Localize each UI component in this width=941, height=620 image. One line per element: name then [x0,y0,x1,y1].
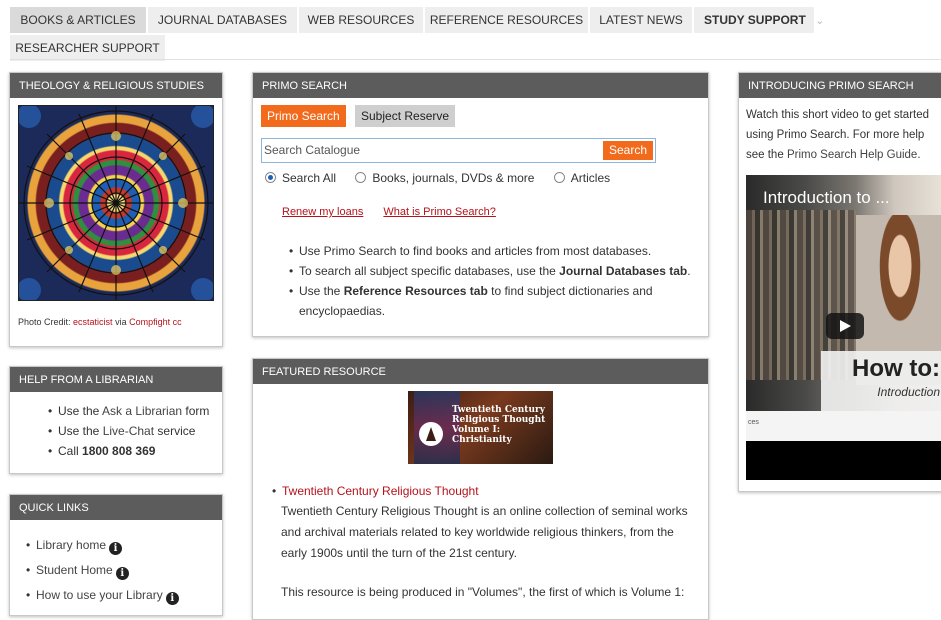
photo-credit-source-link[interactable]: Compfight cc [129,317,182,327]
intro-text: Watch this short video to get started us… [746,109,930,161]
chevron-down-icon: ⌄ [815,15,825,27]
cover-logo-icon [419,422,443,446]
quick-link-how-to-use-label[interactable]: How to use your Library [36,588,163,602]
theology-panel: THEOLOGY & RELIGIOUS STUDIES Photo Credi… [9,72,223,347]
video-small-text: ces [748,419,759,426]
radio-search-all[interactable]: Search All [265,171,336,185]
featured-description: Twentieth Century Religious Thought is a… [281,504,688,560]
featured-item: Twentieth Century Religious Thought [270,481,700,502]
what-is-primo-link[interactable]: What is Primo Search? [383,206,495,218]
photo-credit-label: Photo Credit: [18,317,71,327]
quick-links-list: Library homei Student Homei How to use y… [24,533,179,608]
radio-selected-icon[interactable] [265,172,276,183]
tab-study-support-label: STUDY SUPPORT [704,13,806,27]
primo-tip-3: Use the Reference Resources tab to find … [287,281,692,321]
info-icon[interactable]: i [115,567,129,580]
tab-researcher-support[interactable]: RESEARCHER SUPPORT [10,35,165,61]
video-howto: How to: [852,355,940,382]
video-lower-strip: ces [746,411,941,441]
featured-panel-title: FEATURED RESOURCE [253,359,708,384]
video-title: Introduction to ... [763,188,890,207]
primo-tip-2: To search all subject specific databases… [287,261,692,281]
radio-articles[interactable]: Articles [553,171,610,185]
quick-link-library-home[interactable]: Library homei [24,533,179,558]
quick-link-student-home-label[interactable]: Student Home [36,563,113,577]
info-icon[interactable]: i [165,592,179,605]
video-player[interactable]: Introduction to ... How to: Introduction… [746,175,941,480]
photo-credit-author-link[interactable]: ecstaticist [73,317,113,327]
tab-reference-resources[interactable]: REFERENCE RESOURCES [425,7,588,33]
search-input[interactable] [264,141,594,159]
quick-links-title: QUICK LINKS [10,495,222,520]
tab-journal-databases[interactable]: JOURNAL DATABASES [148,7,297,33]
tab-study-support[interactable]: STUDY SUPPORT ⌄ [694,7,824,33]
primo-links: Renew my loans What is Primo Search? [282,206,513,218]
intro-panel-title: INTRODUCING PRIMO SEARCH [739,73,941,98]
photo-credit: Photo Credit: ecstaticist via Compfight … [18,317,182,327]
intro-primo-panel: INTRODUCING PRIMO SEARCH Watch this shor… [738,72,941,492]
phone-number: 1800 808 369 [82,444,156,458]
primo-tips: Use Primo Search to find books and artic… [287,241,692,321]
quick-link-student-home[interactable]: Student Homei [24,558,179,583]
search-button[interactable]: Search [602,141,653,160]
search-scope-radios: Search All Books, journals, DVDs & more … [265,171,610,185]
stained-glass-pattern [19,106,213,300]
nav-divider [10,59,941,60]
help-item-chat: Use the Live-Chat service [46,421,209,441]
theology-panel-title: THEOLOGY & RELIGIOUS STUDIES [10,73,222,98]
featured-description-2: This resource is being produced in "Volu… [281,585,685,599]
tab-books-articles[interactable]: BOOKS & ARTICLES [10,7,146,33]
radio-icon[interactable] [553,172,565,183]
featured-resource-panel: FEATURED RESOURCE Twentieth Century Reli… [252,358,709,620]
radio-books[interactable]: Books, journals, DVDs & more [355,171,534,185]
cover-title: Twentieth Century Religious Thought Volu… [452,405,546,445]
quick-link-library-home-label[interactable]: Library home [36,538,106,552]
help-item-call: Call 1800 808 369 [46,441,209,461]
quick-link-how-to-use[interactable]: How to use your Libraryi [24,583,179,608]
live-chat-link[interactable]: Live-Chat [103,424,154,438]
featured-resource-link[interactable]: Twentieth Century Religious Thought [282,484,479,498]
help-item-ask: Use the Ask a Librarian form [46,401,209,421]
radio-icon[interactable] [355,172,367,183]
tab-subject-reserve[interactable]: Subject Reserve [355,105,456,127]
quick-links-panel: QUICK LINKS Library homei Student Homei … [9,494,223,616]
search-box: Search [261,138,656,163]
primo-search-panel: PRIMO SEARCH Primo Search Subject Reserv… [252,72,709,337]
tab-web-resources[interactable]: WEB RESOURCES [299,7,423,33]
tab-primo-search[interactable]: Primo Search [261,105,346,127]
primo-tip-1: Use Primo Search to find books and artic… [287,241,692,261]
primo-panel-title: PRIMO SEARCH [253,73,708,98]
help-panel-title: HELP FROM A LIBRARIAN [10,367,222,392]
stained-glass-image [18,105,214,301]
renew-loans-link[interactable]: Renew my loans [282,206,363,218]
help-list: Use the Ask a Librarian form Use the Liv… [46,401,209,461]
video-overlay-card: How to: Introduction [821,351,941,411]
info-icon[interactable]: i [109,542,123,555]
tab-latest-news[interactable]: LATEST NEWS [590,7,692,33]
play-button-icon[interactable] [826,313,864,339]
help-guide-link[interactable]: Primo Search Help Guide [787,149,917,161]
ask-a-librarian-link[interactable]: Ask a Librarian [102,404,182,418]
photo-credit-via: via [115,317,127,327]
featured-book-cover[interactable]: Twentieth Century Religious Thought Volu… [408,391,553,464]
video-subtitle: Introduction [877,385,940,399]
help-librarian-panel: HELP FROM A LIBRARIAN Use the Ask a Libr… [9,366,223,474]
featured-list: Twentieth Century Religious Thought [270,481,700,502]
